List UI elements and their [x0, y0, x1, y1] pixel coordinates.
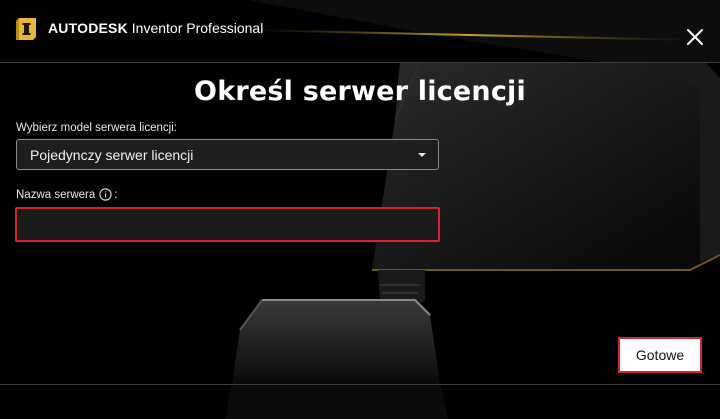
info-icon[interactable]	[99, 188, 112, 201]
server-name-input[interactable]	[15, 207, 440, 242]
title-bar: AUTODESK Inventor Professional	[0, 0, 720, 62]
app-title: AUTODESK Inventor Professional	[48, 20, 263, 36]
done-button[interactable]: Gotowe	[618, 337, 702, 373]
header-divider	[0, 62, 720, 63]
brand-name: AUTODESK	[48, 20, 128, 36]
server-name-label: Nazwa serwera	[16, 188, 96, 201]
license-model-value: Pojedynczy serwer licencji	[30, 146, 194, 163]
product-name: Inventor Professional	[131, 20, 264, 36]
footer-divider	[0, 384, 720, 385]
page-title: Określ serwer licencji	[194, 76, 526, 107]
server-name-label-row: Nazwa serwera :	[16, 188, 117, 201]
chevron-down-icon	[418, 153, 426, 157]
done-button-label: Gotowe	[620, 339, 700, 371]
close-icon[interactable]	[684, 26, 706, 48]
model-label: Wybierz model serwera licencji:	[16, 122, 177, 134]
server-name-label-suffix: :	[114, 188, 118, 201]
inventor-logo-icon	[16, 18, 36, 40]
license-model-select[interactable]: Pojedynczy serwer licencji	[16, 139, 439, 170]
